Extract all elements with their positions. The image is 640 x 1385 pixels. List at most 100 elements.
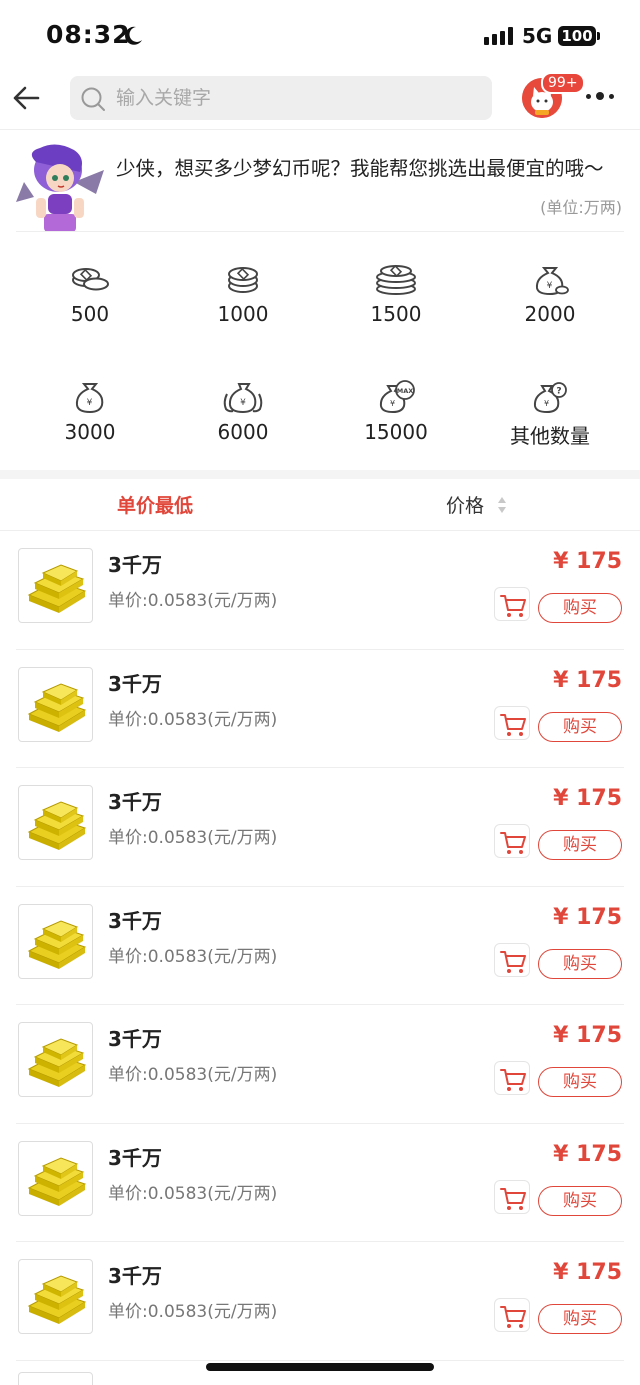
coins-stack-large-icon (376, 264, 416, 295)
search-bar[interactable] (70, 76, 492, 120)
battery-icon: 100 (558, 26, 600, 46)
coins-stack-icon (228, 267, 258, 293)
listing-title: 3千万 (108, 553, 162, 577)
amount-label: 其他数量 (510, 424, 590, 448)
status-bar: 08:32 5G 100 (0, 0, 640, 70)
listing-unit-price: 单价:0.0583(元/万两) (108, 828, 278, 848)
add-to-cart-button[interactable] (494, 587, 530, 621)
listing-item[interactable]: 3千万 单价:0.0583(元/万两) ¥ 175 购买 (0, 1124, 640, 1243)
intro-message: 少侠，想买多少梦幻币呢？我能帮您挑选出最便宜的哦～ (116, 157, 604, 180)
listing-item[interactable]: 3千万 单价:0.0583(元/万两) ¥ 175 购买 (0, 531, 640, 650)
listing-unit-price: 单价:0.0583(元/万两) (108, 1302, 278, 1322)
listing-price: ¥ 175 (553, 786, 622, 811)
money-bag-question-icon: ¥ ? (533, 382, 567, 414)
gold-bars-thumbnail (18, 1259, 93, 1334)
amount-option-6000[interactable]: ¥ 6000 (163, 380, 323, 444)
listing-item[interactable]: 3千万 单价:0.0583(元/万两) ¥ 175 购买 (0, 1005, 640, 1124)
amount-label: 1000 (217, 302, 269, 326)
listing-item[interactable]: 3千万 单价:0.0583(元/万两) ¥ 175 购买 (0, 650, 640, 769)
amount-options-grid: 500 1000 1500 ¥ 2000 ¥ 3000 ¥ 6000 ¥ MAX… (0, 232, 640, 472)
buy-button[interactable]: 购买 (538, 1185, 622, 1216)
add-to-cart-button[interactable] (494, 942, 530, 977)
amount-option-15000[interactable]: ¥ MAX 15000 (316, 380, 476, 444)
unit-note: (单位:万两) (540, 198, 622, 217)
assistant-intro: 少侠，想买多少梦幻币呢？我能帮您挑选出最便宜的哦～ (单位:万两) (0, 132, 640, 232)
sort-bar: 单价最低 价格 (0, 479, 640, 531)
listing-item[interactable]: 3千万 单价:0.0583(元/万两) ¥ 175 购买 (0, 1242, 640, 1361)
buy-button[interactable]: 购买 (538, 830, 622, 860)
gold-bars-icon (27, 1275, 87, 1324)
gold-bars-icon (27, 682, 87, 732)
add-to-cart-button[interactable] (494, 1061, 530, 1095)
listing-price: ¥ 175 (553, 1023, 622, 1048)
shopping-cart-icon (500, 1187, 526, 1210)
shopping-cart-icon (500, 595, 526, 617)
status-time: 08:32 (46, 20, 131, 49)
shopping-cart-icon (500, 1306, 526, 1328)
amount-option-1000[interactable]: 1000 (163, 262, 323, 326)
top-nav: 99+ (0, 70, 640, 130)
listing-title: 3千万 (108, 671, 162, 696)
gold-bars-icon (27, 1038, 87, 1087)
amount-label: 500 (70, 302, 110, 326)
section-separator (0, 470, 640, 479)
amount-label: 3000 (64, 420, 116, 444)
listing-price: ¥ 175 (553, 1141, 622, 1167)
shopping-cart-icon (500, 713, 526, 736)
notification-badge: 99+ (541, 72, 585, 94)
more-options-icon[interactable] (586, 92, 614, 100)
signal-icon (484, 27, 513, 45)
add-to-cart-button[interactable] (494, 1298, 530, 1332)
svg-text:?: ? (556, 387, 561, 397)
buy-button[interactable]: 购买 (538, 593, 622, 623)
gold-bars-icon (27, 564, 87, 613)
svg-text:MAX: MAX (397, 387, 414, 395)
svg-text:¥: ¥ (544, 399, 549, 408)
add-to-cart-button[interactable] (494, 824, 530, 858)
amount-option-1500[interactable]: 1500 (316, 262, 476, 326)
money-bag-max-icon: ¥ MAX (379, 380, 415, 414)
money-bags-icon: ¥ (223, 383, 263, 414)
amount-option-other[interactable]: ¥ ? 其他数量 (470, 380, 630, 449)
gold-bars-thumbnail (18, 1022, 93, 1097)
search-input[interactable] (116, 76, 476, 120)
add-to-cart-button[interactable] (494, 705, 530, 740)
svg-text:¥: ¥ (87, 398, 93, 408)
listing-unit-price: 单价:0.0583(元/万两) (108, 591, 278, 611)
svg-text:¥: ¥ (240, 398, 246, 408)
search-icon (81, 87, 105, 111)
listing-list: 3千万 单价:0.0583(元/万两) ¥ 175 购买 3千万 单价:0.05… (0, 531, 640, 1361)
listing-title: 3千万 (108, 1145, 162, 1170)
svg-text:¥: ¥ (390, 399, 395, 408)
listing-title: 3千万 (108, 1027, 162, 1051)
listing-title: 3千万 (108, 1264, 162, 1288)
buy-button[interactable]: 购买 (538, 711, 622, 742)
home-indicator (206, 1363, 434, 1371)
buy-button[interactable]: 购买 (538, 1067, 622, 1097)
listing-item[interactable]: 3千万 单价:0.0583(元/万两) ¥ 175 购买 (0, 887, 640, 1006)
shopping-cart-icon (500, 1069, 526, 1091)
buy-button[interactable]: 购买 (538, 948, 622, 979)
gold-bars-icon (27, 801, 87, 850)
add-to-cart-button[interactable] (494, 1179, 530, 1214)
mascot-character-image (16, 144, 104, 232)
amount-option-3000[interactable]: ¥ 3000 (10, 380, 170, 444)
sort-lowest-unit-price[interactable]: 单价最低 (117, 491, 193, 518)
listing-unit-price: 单价:0.0583(元/万两) (108, 1183, 278, 1204)
buy-button[interactable]: 购买 (538, 1304, 622, 1334)
listing-price: ¥ 175 (553, 1260, 622, 1285)
back-arrow-icon[interactable] (10, 82, 42, 114)
amount-label: 15000 (364, 420, 428, 444)
gold-bars-thumbnail (18, 666, 93, 742)
listing-title: 3千万 (108, 790, 162, 814)
listing-unit-price: 单价:0.0583(元/万两) (108, 946, 278, 967)
listing-item[interactable]: 3千万 单价:0.0583(元/万两) ¥ 175 购买 (0, 768, 640, 887)
amount-option-2000[interactable]: ¥ 2000 (470, 262, 630, 326)
gold-bars-icon (27, 1156, 87, 1206)
amount-option-500[interactable]: 500 (10, 262, 170, 326)
moon-icon (125, 26, 142, 45)
sort-price[interactable]: 价格 (446, 491, 484, 518)
listing-unit-price: 单价:0.0583(元/万两) (108, 1065, 278, 1085)
sort-arrows-icon[interactable] (497, 496, 507, 514)
amount-label: 2000 (524, 302, 576, 326)
